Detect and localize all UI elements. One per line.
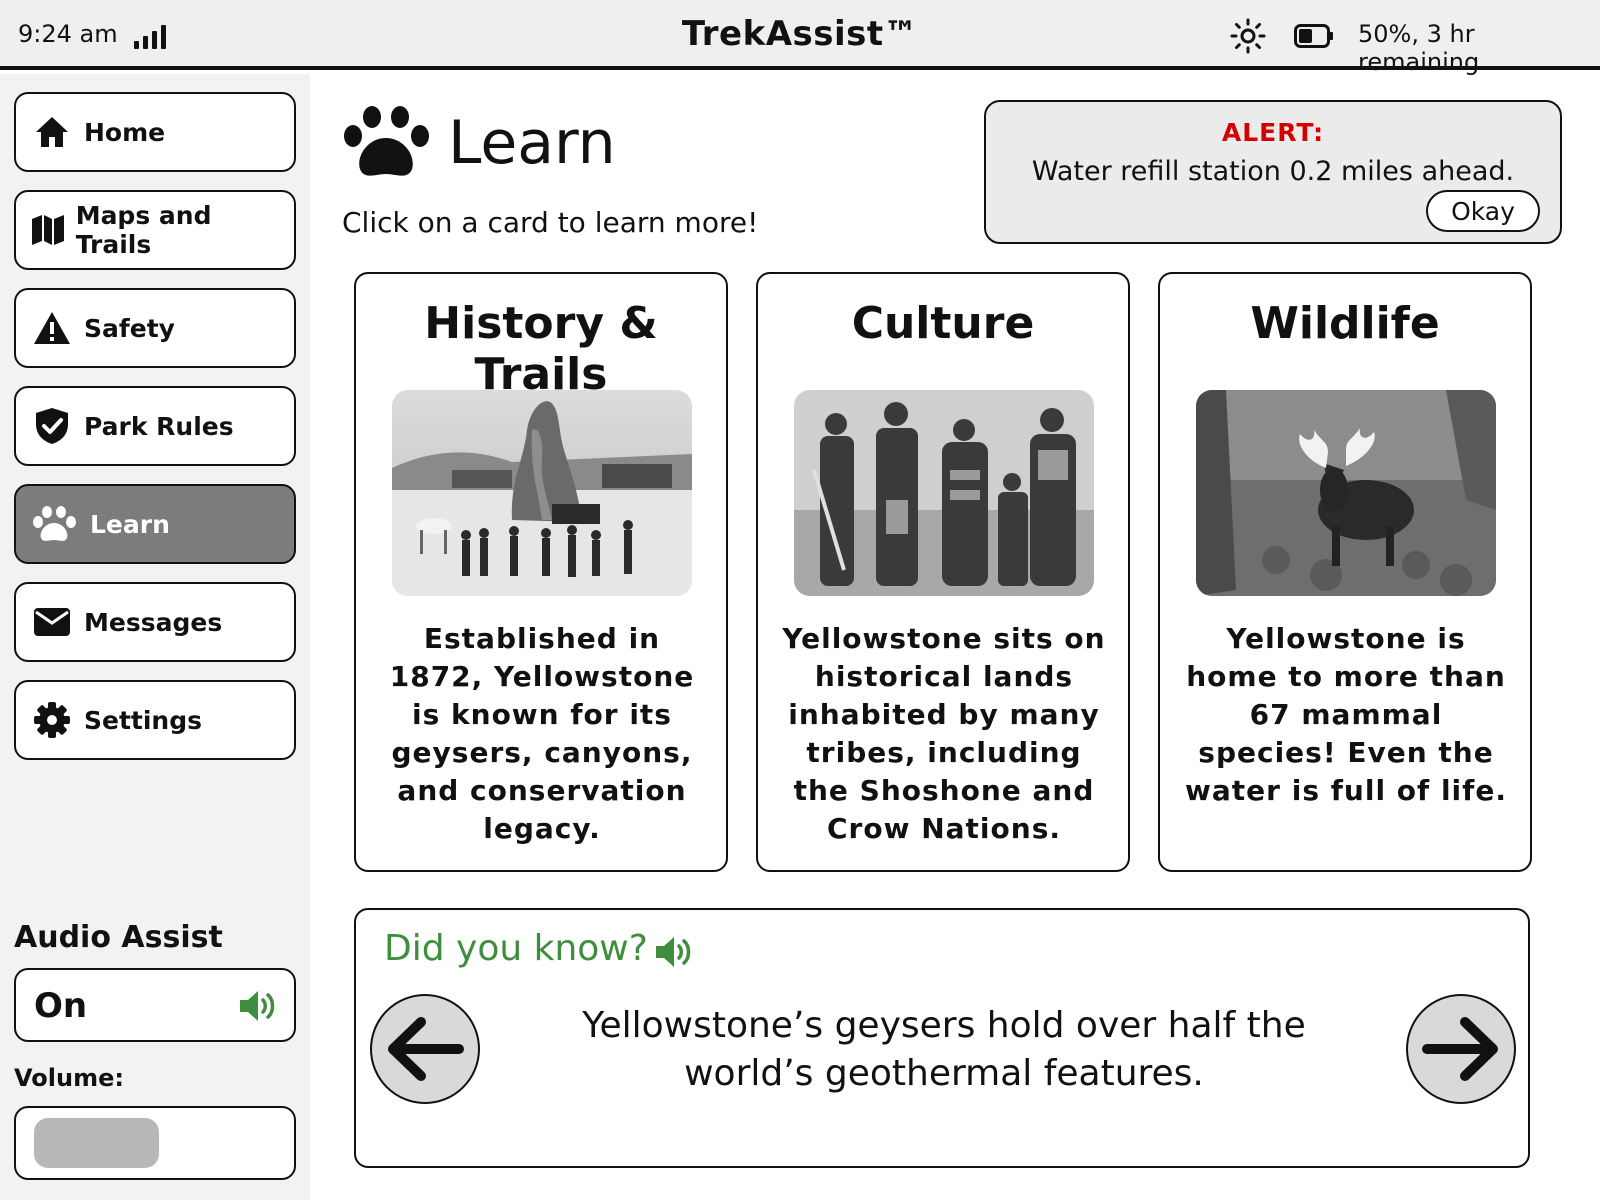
alert-message: Water refill station 0.2 miles ahead. xyxy=(1031,156,1515,187)
envelope-icon xyxy=(32,602,72,642)
card-history-trails[interactable]: History & Trails Established in 1872, Ye… xyxy=(354,272,728,872)
history-photo xyxy=(392,390,692,596)
sidebar-item-label: Learn xyxy=(90,509,170,539)
battery-icon xyxy=(1294,24,1333,48)
paw-icon xyxy=(344,106,429,176)
arrow-left-icon xyxy=(388,1017,464,1081)
page-title: Learn xyxy=(448,108,616,178)
warning-icon xyxy=(32,308,72,348)
previous-fact-button[interactable] xyxy=(370,994,480,1104)
sidebar-item-learn[interactable]: Learn xyxy=(14,484,296,564)
sidebar-item-label: Settings xyxy=(84,705,203,735)
sidebar-item-maps-and-trails[interactable]: Maps and Trails xyxy=(14,190,296,270)
card-title: Wildlife xyxy=(1250,298,1440,349)
paw-icon xyxy=(32,504,78,544)
sidebar-item-park-rules[interactable]: Park Rules xyxy=(14,386,296,466)
status-bar: 9:24 am TrekAssist™ 50%, 3 hr remaining xyxy=(0,0,1600,76)
page-subtitle: Click on a card to learn more! xyxy=(342,206,759,239)
sidebar-item-home[interactable]: Home xyxy=(14,92,296,172)
culture-photo xyxy=(794,390,1094,596)
did-you-know-title: Did you know? xyxy=(384,928,648,969)
alert-okay-button[interactable]: Okay xyxy=(1426,190,1540,232)
home-icon xyxy=(32,112,72,152)
sidebar-item-settings[interactable]: Settings xyxy=(14,680,296,760)
brightness-icon[interactable] xyxy=(1230,18,1266,54)
volume-label: Volume: xyxy=(14,1064,124,1092)
gear-icon xyxy=(32,700,72,740)
audio-assist-title: Audio Assist xyxy=(14,920,223,955)
volume-fill xyxy=(34,1118,160,1168)
sidebar: Home Maps and Trails Safety Park Rules L… xyxy=(0,74,310,1200)
sidebar-item-safety[interactable]: Safety xyxy=(14,288,296,368)
map-icon xyxy=(28,210,68,250)
alert-banner: ALERT: Water refill station 0.2 miles ah… xyxy=(984,100,1562,244)
arrow-right-icon xyxy=(1422,1017,1498,1081)
sidebar-item-label: Home xyxy=(84,117,166,147)
speaker-icon xyxy=(240,991,275,1021)
card-text: Yellowstone is home to more than 67 mamm… xyxy=(1185,622,1507,807)
card-title: History & Trails xyxy=(424,298,658,400)
sidebar-item-label: Safety xyxy=(84,313,175,343)
sidebar-item-label: Maps and Trails xyxy=(75,201,212,259)
did-you-know-fact: Yellowstone’s geysers hold over half the… xyxy=(582,1005,1306,1094)
audio-assist-state: On xyxy=(34,986,88,1026)
next-fact-button[interactable] xyxy=(1406,994,1516,1104)
sidebar-item-label: Park Rules xyxy=(84,411,234,441)
battery-status: 50%, 3 hr remaining xyxy=(1358,20,1480,76)
card-text: Yellowstone sits on historical lands inh… xyxy=(782,622,1106,845)
shield-check-icon xyxy=(32,406,72,446)
card-title: Culture xyxy=(851,298,1035,349)
card-culture[interactable]: Culture Yellowstone sits on historical l… xyxy=(756,272,1130,872)
speaker-icon[interactable] xyxy=(654,934,694,970)
sidebar-item-messages[interactable]: Messages xyxy=(14,582,296,662)
card-text: Established in 1872, Yellowstone is know… xyxy=(389,622,695,845)
alert-label: ALERT: xyxy=(1221,118,1325,147)
wildlife-photo xyxy=(1196,390,1496,596)
card-wildlife[interactable]: Wildlife Yellowstone is home to more tha… xyxy=(1158,272,1532,872)
sidebar-item-label: Messages xyxy=(84,607,223,637)
volume-slider[interactable] xyxy=(14,1106,296,1180)
did-you-know-panel: Did you know? Yellowstone’s geysers hold… xyxy=(354,908,1530,1168)
audio-assist-toggle[interactable]: On xyxy=(14,968,296,1042)
